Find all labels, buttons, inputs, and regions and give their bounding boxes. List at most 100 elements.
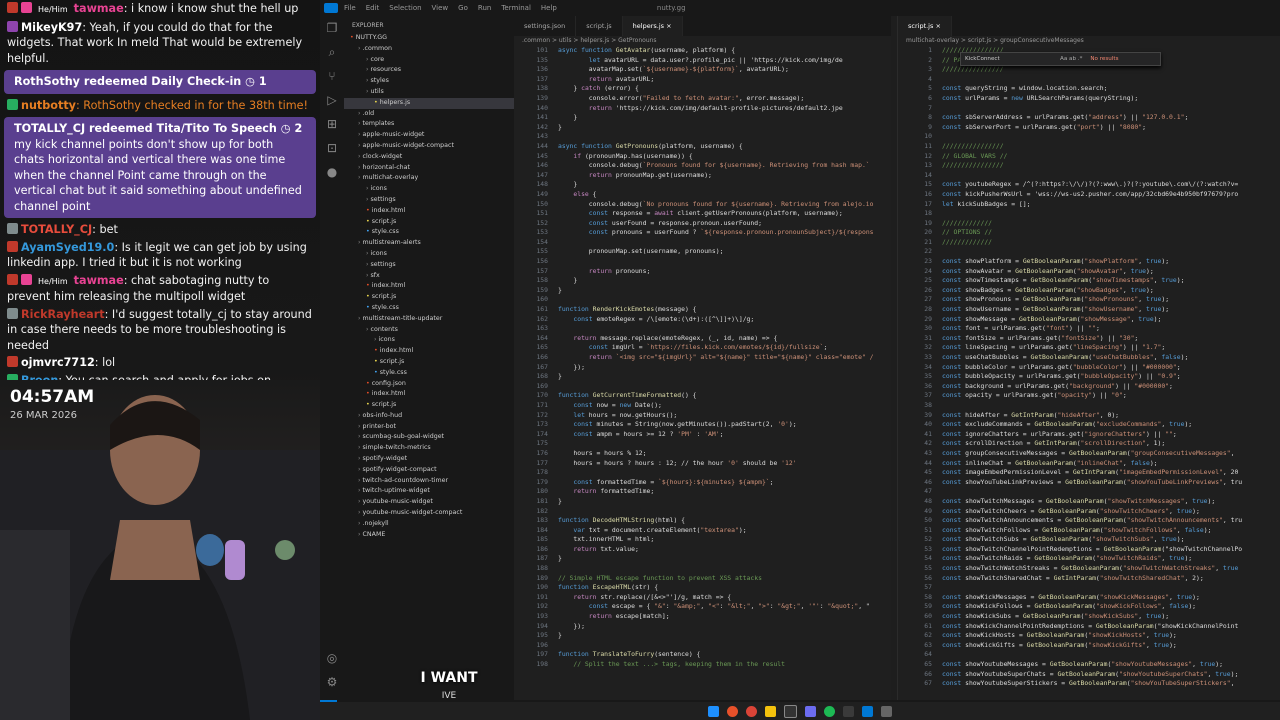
chat-username[interactable]: ojmvrc7712 <box>21 356 95 369</box>
tree-item[interactable]: › contents <box>344 325 514 336</box>
editor-tab[interactable]: script.js <box>576 16 623 36</box>
right-code-view[interactable]: 1////////////////2// PARAMETERS //3/////… <box>898 46 1280 689</box>
tree-item[interactable]: › .old <box>344 109 514 120</box>
files-icon[interactable]: ❐ <box>320 16 344 40</box>
tree-item[interactable]: › apple-music-widget-compact <box>344 141 514 152</box>
chat-username[interactable]: nutbotty <box>21 99 76 112</box>
tree-item[interactable]: • NUTTY.GG <box>344 33 514 44</box>
tree-item[interactable]: › obs-info-hud <box>344 411 514 422</box>
tree-item[interactable]: › .nojekyll <box>344 519 514 530</box>
tree-item[interactable]: • style.css <box>344 227 514 238</box>
spotify-icon[interactable] <box>824 705 835 717</box>
tree-item[interactable]: › spotify-widget-compact <box>344 465 514 476</box>
chat-username[interactable]: TOTALLY_CJ <box>21 223 92 236</box>
tree-item[interactable]: › scumbag-sub-goal-widget <box>344 432 514 443</box>
tree-item[interactable]: › styles <box>344 76 514 87</box>
tree-item[interactable]: › sfx <box>344 271 514 282</box>
run-debug-icon[interactable]: ▷ <box>320 88 344 112</box>
tree-item[interactable]: › settings <box>344 195 514 206</box>
tree-item[interactable]: › apple-music-widget <box>344 130 514 141</box>
chat-username[interactable]: MikeyK97 <box>21 21 82 34</box>
line-number: 63 <box>924 640 932 649</box>
code-line: 157 return pronouns; <box>514 267 891 277</box>
source-control-icon[interactable]: ⑂ <box>320 64 344 88</box>
tree-item[interactable]: › twitch-ad-countdown-timer <box>344 476 514 487</box>
folder-icon[interactable] <box>765 705 776 717</box>
tree-item[interactable]: • style.css <box>344 303 514 314</box>
app-icon[interactable] <box>843 705 854 717</box>
tree-item[interactable]: • index.html <box>344 206 514 217</box>
chat-username[interactable]: tawmae <box>74 274 124 287</box>
tree-item[interactable]: › icons <box>344 184 514 195</box>
obs-icon[interactable] <box>784 704 797 718</box>
tree-item[interactable]: • config.json <box>344 379 514 390</box>
tree-item[interactable]: › multichat-overlay <box>344 173 514 184</box>
chat-username[interactable]: RickRayheart <box>21 308 105 321</box>
tree-item[interactable]: • script.js <box>344 357 514 368</box>
remote-icon[interactable]: ⊡ <box>320 136 344 160</box>
chrome-icon[interactable] <box>746 705 757 717</box>
tree-item[interactable]: • style.css <box>344 368 514 379</box>
tree-item[interactable]: › resources <box>344 65 514 76</box>
tree-item[interactable]: › spotify-widget <box>344 454 514 465</box>
settings-taskbar-icon[interactable] <box>881 705 892 717</box>
tree-item-label: style.css <box>379 368 407 376</box>
menu-item-run[interactable]: Run <box>478 4 491 12</box>
line-number: 67 <box>924 679 932 688</box>
menu-item-edit[interactable]: Edit <box>366 4 380 12</box>
tree-item[interactable]: › core <box>344 55 514 66</box>
editor-tab[interactable]: settings.json <box>514 16 577 36</box>
pronoun-tag: He/Him <box>38 276 68 286</box>
tree-item[interactable]: › simple-twitch-metrics <box>344 443 514 454</box>
menu-item-file[interactable]: File <box>344 4 356 12</box>
menu-item-go[interactable]: Go <box>458 4 468 12</box>
tree-item[interactable]: › .common <box>344 44 514 55</box>
code-text: console.debug(`No pronouns found for ${u… <box>558 199 874 208</box>
github-icon[interactable]: ● <box>320 160 344 184</box>
browser-icon[interactable] <box>727 705 738 717</box>
line-number: 101 <box>536 46 548 54</box>
tree-item[interactable]: › CNAME <box>344 530 514 541</box>
menu-item-selection[interactable]: Selection <box>389 4 421 12</box>
gear-icon[interactable]: ⚙ <box>320 670 344 694</box>
tree-item[interactable]: › horizontal-chat <box>344 163 514 174</box>
tree-item[interactable]: • script.js <box>344 292 514 303</box>
find-options[interactable]: Aa ab .* <box>1060 56 1082 62</box>
tree-item[interactable]: › clock-widget <box>344 152 514 163</box>
tree-item[interactable]: › settings <box>344 260 514 271</box>
menu-item-terminal[interactable]: Terminal <box>501 4 531 12</box>
start-icon[interactable] <box>708 705 719 717</box>
tree-item[interactable]: › multistream-alerts <box>344 238 514 249</box>
find-input[interactable]: KickConnect <box>965 56 1060 62</box>
chat-username[interactable]: tawmae <box>74 2 124 15</box>
tree-item[interactable]: › twitch-uptime-widget <box>344 486 514 497</box>
menu-item-help[interactable]: Help <box>541 4 557 12</box>
tree-item[interactable]: › youtube-music-widget <box>344 497 514 508</box>
editor-tab[interactable]: script.js × <box>898 16 952 36</box>
tree-item[interactable]: › printer-bot <box>344 422 514 433</box>
tree-item[interactable]: › multistream-title-updater <box>344 314 514 325</box>
tree-item[interactable]: › icons <box>344 249 514 260</box>
tree-item[interactable]: • script.js <box>344 217 514 228</box>
account-icon[interactable]: ◎ <box>320 646 344 670</box>
tree-item[interactable]: › utils <box>344 87 514 98</box>
left-code-view[interactable]: 101 async function GetAvatar(username, pl… <box>514 46 891 670</box>
find-widget[interactable]: KickConnect Aa ab .* No results <box>960 52 1161 66</box>
tree-item[interactable]: › icons <box>344 335 514 346</box>
search-icon[interactable]: ⌕ <box>320 40 344 64</box>
vscode-taskbar-icon[interactable] <box>862 705 873 717</box>
discord-icon[interactable] <box>805 705 816 717</box>
menu-item-view[interactable]: View <box>432 4 449 12</box>
tree-item[interactable]: • index.html <box>344 346 514 357</box>
chat-username[interactable]: AyamSyed19.0 <box>21 241 114 254</box>
tree-item[interactable]: • index.html <box>344 389 514 400</box>
tree-item[interactable]: • script.js <box>344 400 514 411</box>
extensions-icon[interactable]: ⊞ <box>320 112 344 136</box>
editor-tab[interactable]: helpers.js × <box>622 16 683 36</box>
tree-item[interactable]: • index.html <box>344 281 514 292</box>
code-text: const youtubeRegex = /^(?:https?:\/\/)?(… <box>942 180 1239 189</box>
tree-item[interactable]: • helpers.js <box>344 97 514 109</box>
tree-item[interactable]: › templates <box>344 119 514 130</box>
tree-item[interactable]: › youtube-music-widget-compact <box>344 508 514 519</box>
code-line: 189 // Simple HTML escape function to pre… <box>514 574 891 584</box>
